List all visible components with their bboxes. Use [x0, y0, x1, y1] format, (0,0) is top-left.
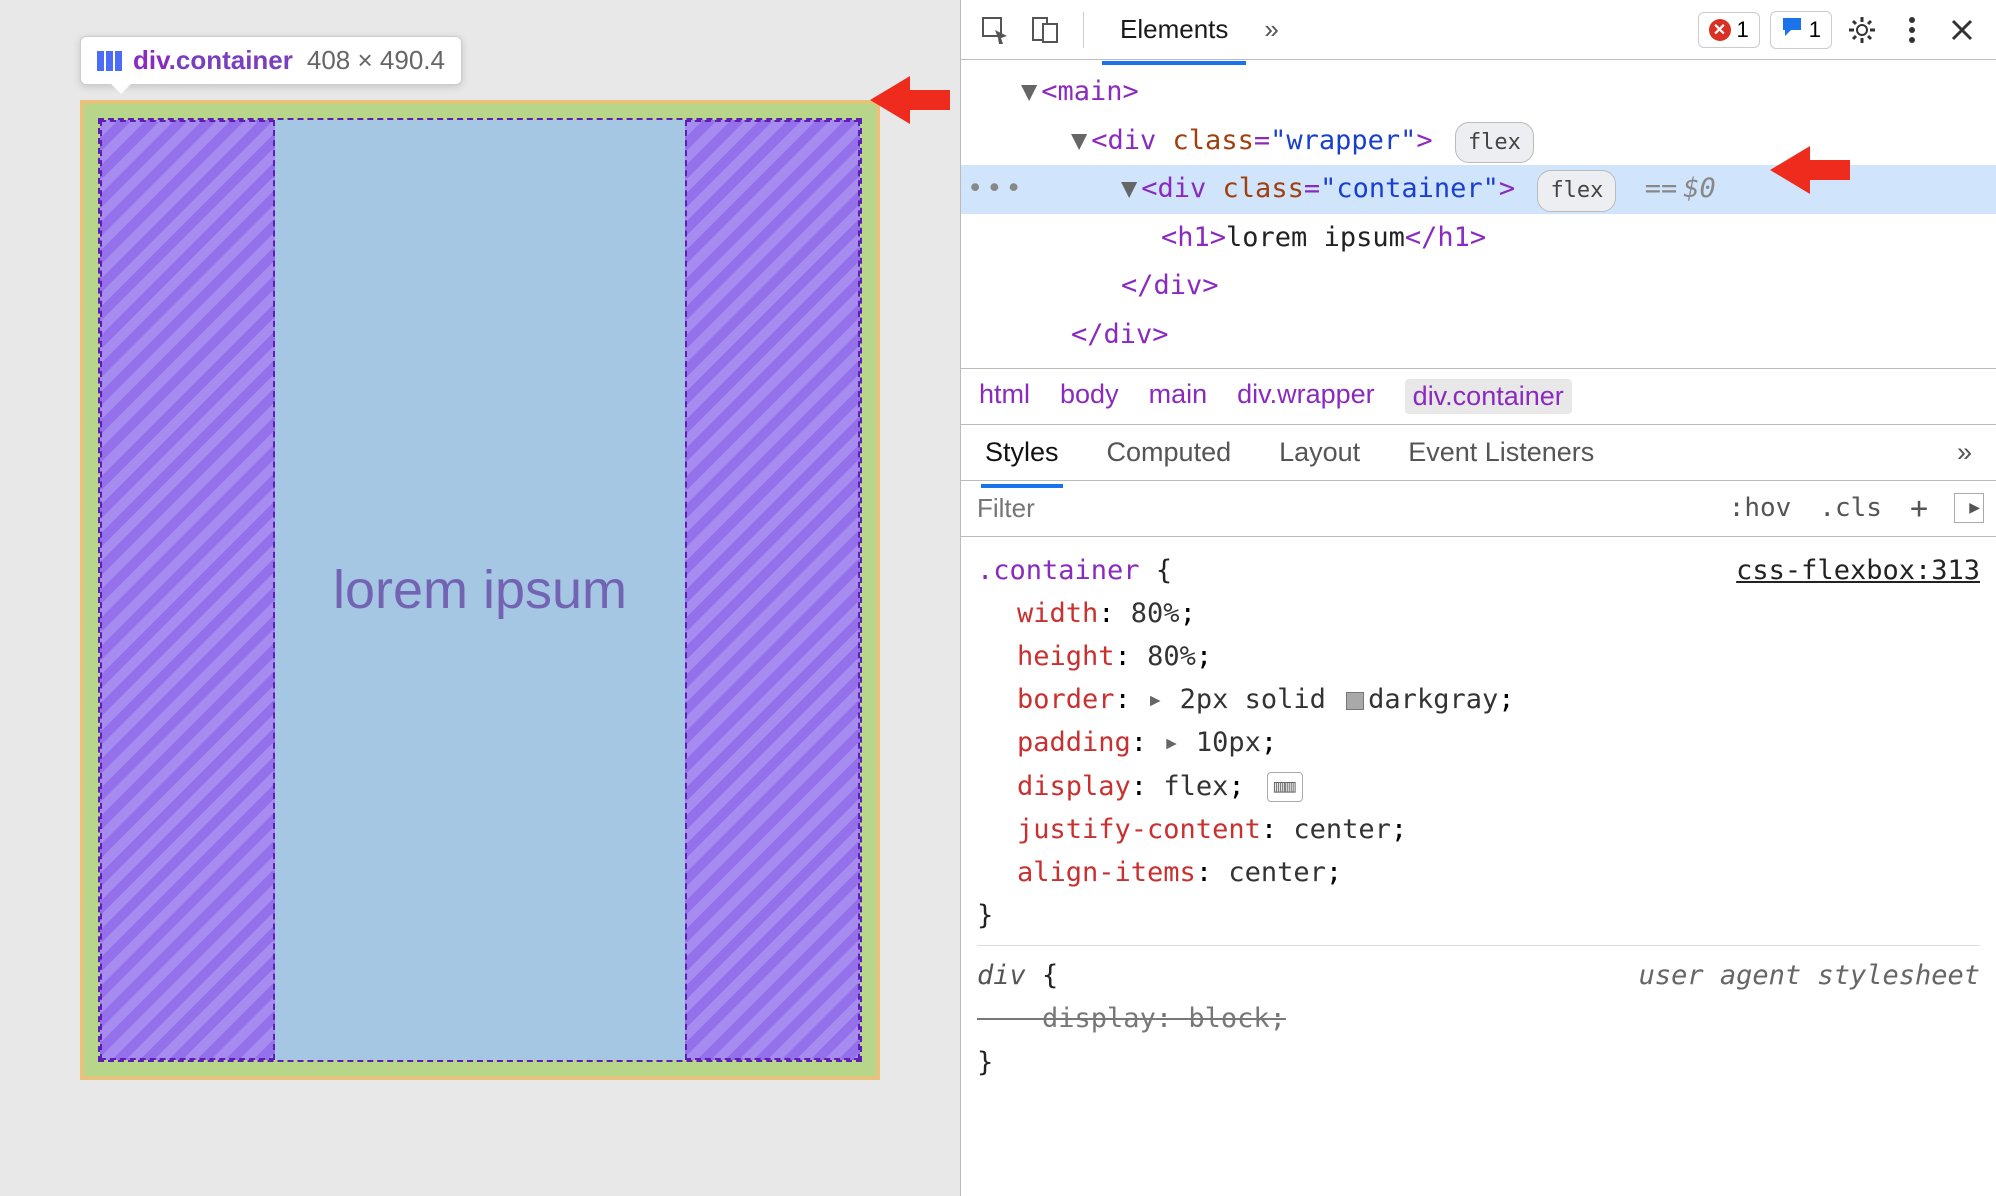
css-val[interactable]: 80%	[1147, 641, 1196, 672]
disclosure-triangle-icon[interactable]: ▼	[1021, 76, 1037, 107]
breadcrumb-item[interactable]: div.wrapper	[1237, 379, 1375, 414]
tab-styles[interactable]: Styles	[981, 427, 1063, 478]
css-prop[interactable]: display	[1017, 771, 1131, 802]
css-rules-panel[interactable]: css-flexbox:313 .container { width: 80%;…	[961, 537, 1996, 1196]
css-prop[interactable]: padding	[1017, 727, 1131, 758]
flex-layout-icon	[97, 51, 123, 71]
settings-gear-icon[interactable]	[1842, 10, 1882, 50]
devtools-panel: Elements » ✕ 1 1 ▼<main> ▼<div class="wr…	[960, 0, 1996, 1196]
css-rule-div-ua[interactable]: user agent stylesheet div { display: blo…	[977, 945, 1980, 1092]
dollar-zero: $0	[1683, 173, 1716, 204]
inspected-element-highlight: lorem ipsum	[80, 100, 880, 1080]
overridden-decl: display: block;	[977, 997, 1980, 1040]
css-val[interactable]: flex	[1163, 771, 1228, 802]
page-viewport: div.container 408 × 490.4 lorem ipsum	[0, 0, 960, 1196]
css-val[interactable]: 2px solid	[1180, 684, 1326, 715]
devtools-toolbar: Elements » ✕ 1 1	[961, 0, 1996, 60]
flex-item-h1: lorem ipsum	[275, 120, 685, 1060]
inspect-element-icon[interactable]	[975, 10, 1015, 50]
tooltip-class: .container	[169, 45, 293, 75]
dom-node-div-close[interactable]: </div>	[981, 262, 1996, 311]
rule-source-link[interactable]: css-flexbox:313	[1736, 549, 1980, 592]
tab-layout[interactable]: Layout	[1275, 427, 1364, 478]
dom-node-h1[interactable]: <h1>lorem ipsum</h1>	[981, 214, 1996, 263]
node-actions-icon[interactable]: •••	[967, 165, 1025, 214]
messages-count: 1	[1809, 17, 1821, 43]
disclosure-triangle-icon[interactable]: ▼	[1121, 173, 1137, 204]
css-rule-container[interactable]: css-flexbox:313 .container { width: 80%;…	[977, 541, 1980, 946]
dom-node-div-close[interactable]: </div>	[981, 311, 1996, 360]
breadcrumb-item[interactable]: main	[1149, 379, 1208, 414]
new-rule-plus-icon[interactable]: +	[1896, 481, 1942, 536]
styles-subpanel-tabs: Styles Computed Layout Event Listeners »	[961, 425, 1996, 481]
heading-text: lorem ipsum	[333, 559, 627, 621]
styles-filter-bar: :hov .cls +	[961, 481, 1996, 537]
breadcrumb-item[interactable]: body	[1060, 379, 1119, 414]
css-val[interactable]: center	[1293, 814, 1391, 845]
disclosure-triangle-icon[interactable]: ▼	[1071, 125, 1087, 156]
css-val[interactable]: center	[1228, 857, 1326, 888]
message-icon	[1781, 16, 1803, 44]
flex-free-space-left	[100, 120, 275, 1060]
hov-toggle[interactable]: :hov	[1715, 483, 1806, 533]
dom-tree[interactable]: ▼<main> ▼<div class="wrapper"> flex ••• …	[961, 60, 1996, 369]
expand-triangle-icon[interactable]: ▸	[1163, 727, 1179, 758]
cls-toggle[interactable]: .cls	[1805, 483, 1896, 533]
css-prop[interactable]: border	[1017, 684, 1115, 715]
css-selector[interactable]: .container	[977, 555, 1140, 586]
sidebar-toggle-icon[interactable]	[1954, 493, 1984, 523]
tabs-overflow-icon[interactable]: »	[1953, 427, 1976, 478]
breadcrumbs: html body main div.wrapper div.container	[961, 369, 1996, 425]
highlight-border-layer: lorem ipsum	[84, 104, 876, 1076]
css-val[interactable]: 80%	[1131, 598, 1180, 629]
rule-source-ua: user agent stylesheet	[1639, 954, 1980, 997]
css-prop[interactable]: justify-content	[1017, 814, 1261, 845]
breadcrumb-item-selected[interactable]: div.container	[1405, 379, 1572, 414]
tab-elements[interactable]: Elements	[1102, 4, 1246, 55]
flex-free-space-right	[685, 120, 860, 1060]
styles-filter-input[interactable]	[961, 483, 1715, 534]
flex-badge[interactable]: flex	[1537, 170, 1616, 212]
tooltip-tag: div	[133, 45, 169, 75]
messages-badge[interactable]: 1	[1770, 11, 1832, 49]
errors-badge[interactable]: ✕ 1	[1698, 12, 1760, 48]
error-icon: ✕	[1709, 19, 1731, 41]
css-val[interactable]: 10px	[1196, 727, 1261, 758]
tabs-overflow-icon[interactable]: »	[1256, 14, 1286, 45]
dom-node-main[interactable]: ▼<main>	[981, 68, 1996, 117]
device-toolbar-icon[interactable]	[1025, 10, 1065, 50]
highlight-padding-layer: lorem ipsum	[98, 118, 862, 1062]
css-prop[interactable]: align-items	[1017, 857, 1196, 888]
css-prop[interactable]: width	[1017, 598, 1098, 629]
tab-event-listeners[interactable]: Event Listeners	[1404, 427, 1598, 478]
flex-badge[interactable]: flex	[1455, 122, 1534, 164]
annotation-arrow-left	[870, 70, 950, 135]
annotation-arrow-right	[1770, 140, 1850, 207]
breadcrumb-item[interactable]: html	[979, 379, 1030, 414]
expand-triangle-icon[interactable]: ▸	[1147, 684, 1163, 715]
css-prop[interactable]: height	[1017, 641, 1115, 672]
tab-computed[interactable]: Computed	[1103, 427, 1236, 478]
element-tooltip: div.container 408 × 490.4	[80, 36, 462, 85]
highlight-content-layer: lorem ipsum	[100, 120, 860, 1060]
kebab-menu-icon[interactable]	[1892, 10, 1932, 50]
css-val[interactable]: darkgray	[1368, 684, 1498, 715]
flex-editor-icon[interactable]: ▥▥	[1267, 772, 1303, 803]
color-swatch-icon[interactable]	[1346, 692, 1364, 710]
errors-count: 1	[1737, 17, 1749, 43]
css-selector: div	[977, 960, 1026, 991]
close-icon[interactable]	[1942, 10, 1982, 50]
selected-marker: ==	[1645, 173, 1678, 204]
tooltip-dimensions: 408 × 490.4	[307, 45, 445, 76]
